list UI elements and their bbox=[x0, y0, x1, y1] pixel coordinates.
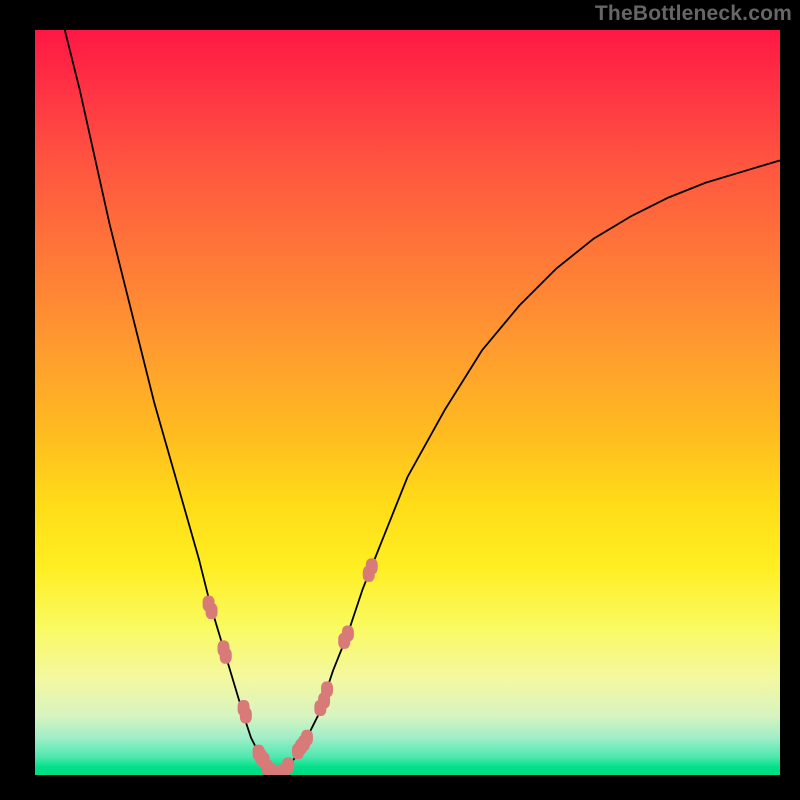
data-marker bbox=[206, 603, 218, 619]
data-marker bbox=[342, 625, 354, 641]
data-marker bbox=[220, 648, 232, 664]
plot-area bbox=[35, 30, 780, 775]
marker-layer bbox=[35, 30, 780, 775]
data-marker bbox=[282, 757, 294, 773]
data-marker bbox=[301, 730, 313, 746]
watermark-text: TheBottleneck.com bbox=[595, 2, 792, 26]
data-marker bbox=[240, 707, 252, 723]
data-marker bbox=[366, 558, 378, 574]
data-marker bbox=[321, 681, 333, 697]
marker-group bbox=[203, 558, 378, 775]
chart-container: TheBottleneck.com bbox=[0, 0, 800, 800]
